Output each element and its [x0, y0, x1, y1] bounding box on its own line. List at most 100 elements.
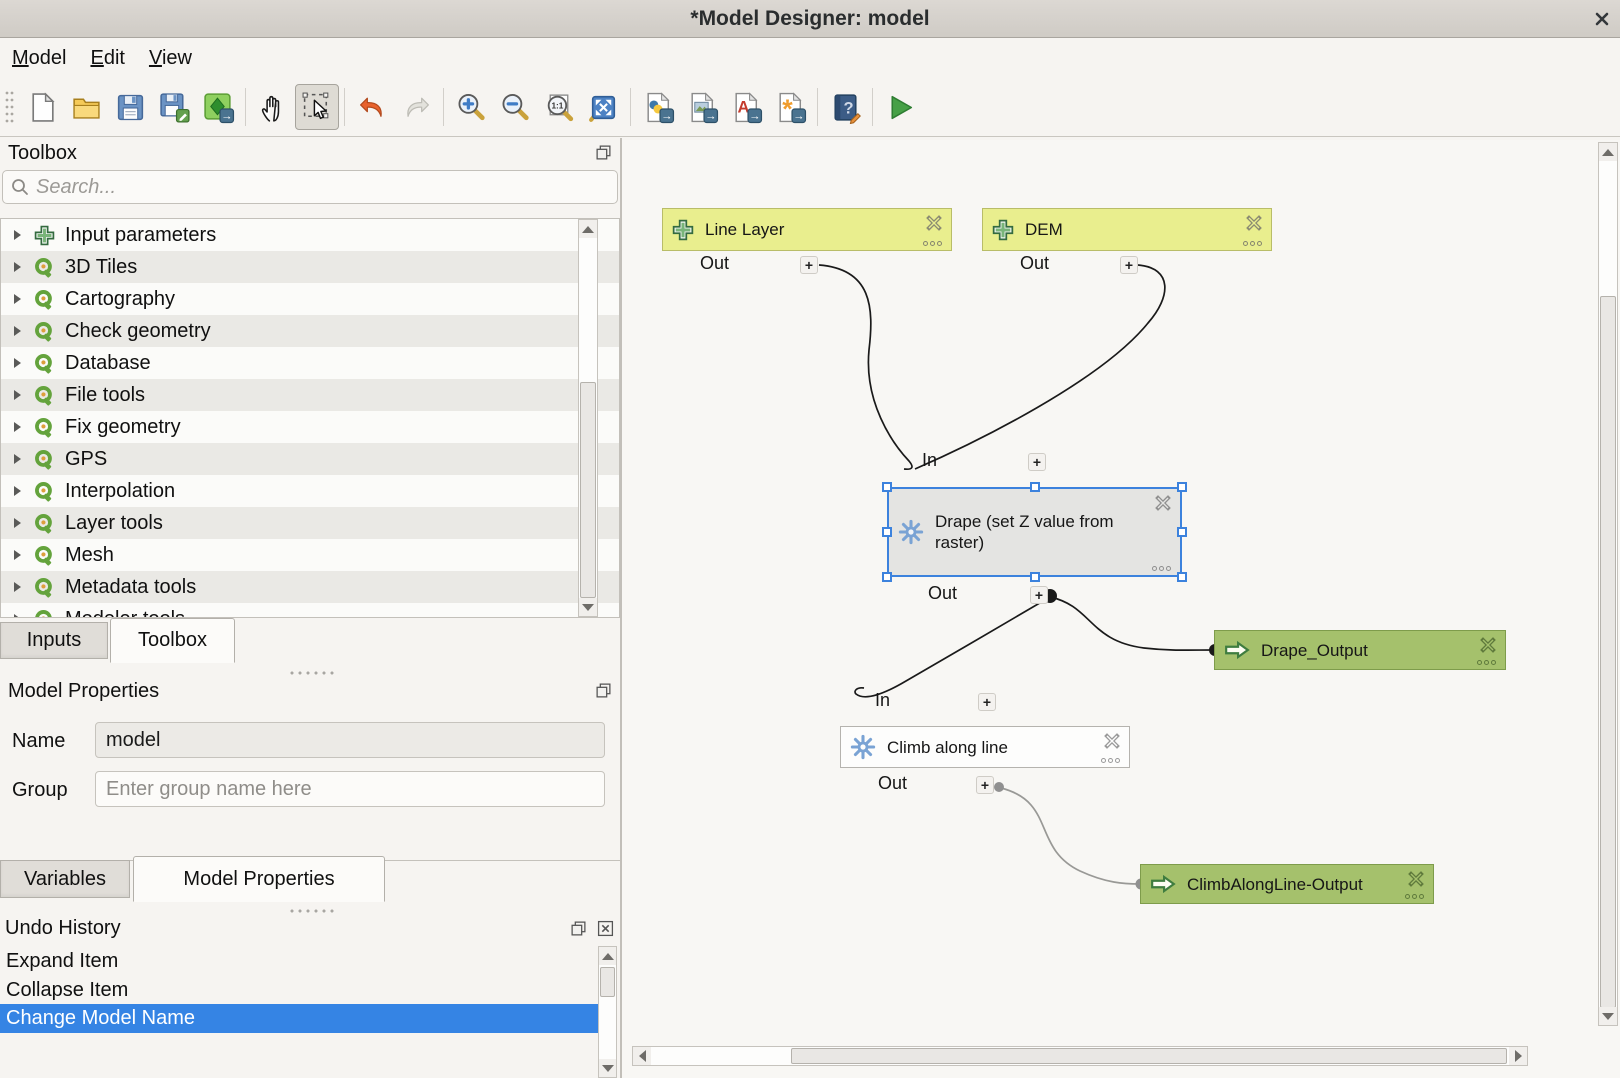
- toolbox-item-layer-tools[interactable]: Layer tools: [1, 507, 619, 539]
- toolbox-tree-scrollbar[interactable]: [578, 219, 598, 617]
- remove-node-icon[interactable]: [1245, 214, 1263, 232]
- expander-icon[interactable]: [14, 614, 21, 618]
- selection-handle[interactable]: [1177, 527, 1187, 537]
- save-model-as-button[interactable]: [152, 84, 196, 130]
- node-dem[interactable]: DEM: [982, 208, 1272, 251]
- expander-icon[interactable]: [14, 262, 21, 272]
- export-image-button[interactable]: →: [680, 84, 724, 130]
- expander-icon[interactable]: [14, 390, 21, 400]
- export-python-button[interactable]: →: [636, 84, 680, 130]
- canvas-hscrollbar[interactable]: [632, 1046, 1528, 1066]
- expand-port-button[interactable]: +: [1120, 256, 1138, 274]
- expand-port-button[interactable]: +: [978, 693, 996, 711]
- node-climb-along-line[interactable]: Climb along line: [840, 726, 1130, 768]
- float-panel-icon[interactable]: [595, 144, 612, 161]
- node-options-dots-icon[interactable]: [1405, 894, 1424, 899]
- scroll-up-button[interactable]: [599, 947, 616, 965]
- open-model-button[interactable]: [64, 84, 108, 130]
- tab-inputs[interactable]: Inputs: [0, 622, 108, 659]
- toolbox-item-file-tools[interactable]: File tools: [1, 379, 619, 411]
- expander-icon[interactable]: [14, 294, 21, 304]
- new-model-button[interactable]: [20, 84, 64, 130]
- toolbox-item-fix-geometry[interactable]: Fix geometry: [1, 411, 619, 443]
- node-drape-output[interactable]: Drape_Output: [1214, 630, 1506, 670]
- scrollbar-thumb[interactable]: [1600, 296, 1616, 1008]
- scrollbar-thumb[interactable]: [600, 967, 615, 997]
- selection-handle[interactable]: [882, 527, 892, 537]
- zoom-actual-button[interactable]: 1:1: [537, 84, 581, 130]
- expand-port-button[interactable]: +: [1028, 453, 1046, 471]
- selection-handle[interactable]: [1030, 482, 1040, 492]
- window-close-button[interactable]: [1592, 9, 1612, 29]
- select-tool-button[interactable]: [295, 84, 339, 130]
- expander-icon[interactable]: [14, 518, 21, 528]
- remove-node-icon[interactable]: [1154, 494, 1172, 512]
- toolbox-item-database[interactable]: Database: [1, 347, 619, 379]
- remove-node-icon[interactable]: [1407, 870, 1425, 888]
- undo-history-scrollbar[interactable]: [598, 946, 617, 1078]
- node-drape[interactable]: Drape (set Z value from raster): [887, 487, 1182, 577]
- model-canvas[interactable]: Line Layer Out + DEM Out + In + Drape (s…: [622, 140, 1620, 1078]
- selection-handle[interactable]: [1030, 572, 1040, 582]
- toolbar-grip-icon[interactable]: [4, 87, 16, 127]
- toolbox-item-cartography[interactable]: Cartography: [1, 283, 619, 315]
- tab-toolbox[interactable]: Toolbox: [110, 618, 235, 663]
- float-panel-icon[interactable]: [595, 682, 612, 699]
- scroll-down-button[interactable]: [599, 1059, 616, 1077]
- scroll-right-button[interactable]: [1509, 1047, 1527, 1065]
- undo-item-collapse[interactable]: Collapse Item: [0, 976, 598, 1005]
- node-options-dots-icon[interactable]: [1477, 660, 1496, 665]
- selection-handle[interactable]: [882, 572, 892, 582]
- expand-port-button[interactable]: +: [800, 256, 818, 274]
- expander-icon[interactable]: [14, 326, 21, 336]
- expander-icon[interactable]: [14, 422, 21, 432]
- node-options-dots-icon[interactable]: [923, 241, 942, 246]
- undo-item-expand[interactable]: Expand Item: [0, 947, 598, 976]
- toolbox-item-check-geometry[interactable]: Check geometry: [1, 315, 619, 347]
- remove-node-icon[interactable]: [1103, 732, 1121, 750]
- remove-node-icon[interactable]: [1479, 636, 1497, 654]
- node-options-dots-icon[interactable]: [1152, 566, 1171, 571]
- scroll-up-button[interactable]: [1599, 143, 1617, 161]
- toolbox-item-input-parameters[interactable]: Input parameters: [1, 219, 619, 251]
- toolbox-item-modeler-tools[interactable]: Modeler tools: [1, 603, 619, 618]
- selection-handle[interactable]: [882, 482, 892, 492]
- model-group-input[interactable]: [95, 771, 605, 807]
- pan-tool-button[interactable]: [251, 84, 295, 130]
- titlebar[interactable]: *Model Designer: model: [0, 0, 1620, 38]
- menu-model[interactable]: Model: [0, 41, 78, 76]
- expander-icon[interactable]: [14, 582, 21, 592]
- zoom-out-button[interactable]: [493, 84, 537, 130]
- tab-variables[interactable]: Variables: [0, 860, 130, 898]
- selection-handle[interactable]: [1177, 482, 1187, 492]
- scrollbar-thumb[interactable]: [580, 382, 596, 598]
- toolbox-item-metadata-tools[interactable]: Metadata tools: [1, 571, 619, 603]
- toolbox-item-interpolation[interactable]: Interpolation: [1, 475, 619, 507]
- undo-button[interactable]: [350, 84, 394, 130]
- model-name-input[interactable]: [95, 722, 605, 758]
- float-panel-icon[interactable]: [570, 920, 587, 937]
- scroll-up-button[interactable]: [579, 220, 597, 238]
- expander-icon[interactable]: [14, 230, 21, 240]
- expand-port-button[interactable]: +: [1030, 586, 1048, 604]
- toolbox-search[interactable]: [2, 170, 618, 204]
- zoom-in-button[interactable]: [449, 84, 493, 130]
- scroll-down-button[interactable]: [1599, 1007, 1617, 1025]
- close-panel-icon[interactable]: [597, 920, 614, 937]
- node-options-dots-icon[interactable]: [1101, 758, 1120, 763]
- search-input[interactable]: [36, 176, 609, 199]
- save-model-button[interactable]: [108, 84, 152, 130]
- expander-icon[interactable]: [14, 358, 21, 368]
- menu-edit[interactable]: Edit: [78, 41, 136, 76]
- node-climbalongline-output[interactable]: ClimbAlongLine-Output: [1140, 864, 1434, 904]
- zoom-full-button[interactable]: [581, 84, 625, 130]
- run-model-button[interactable]: [878, 84, 922, 130]
- redo-button[interactable]: [394, 84, 438, 130]
- toolbox-item-3d-tiles[interactable]: 3D Tiles: [1, 251, 619, 283]
- edit-help-button[interactable]: ?: [823, 84, 867, 130]
- undo-item-change-model-name[interactable]: Change Model Name: [0, 1004, 598, 1033]
- scroll-left-button[interactable]: [633, 1047, 651, 1065]
- expand-port-button[interactable]: +: [976, 776, 994, 794]
- scroll-down-button[interactable]: [579, 598, 597, 616]
- menu-view[interactable]: View: [137, 41, 204, 76]
